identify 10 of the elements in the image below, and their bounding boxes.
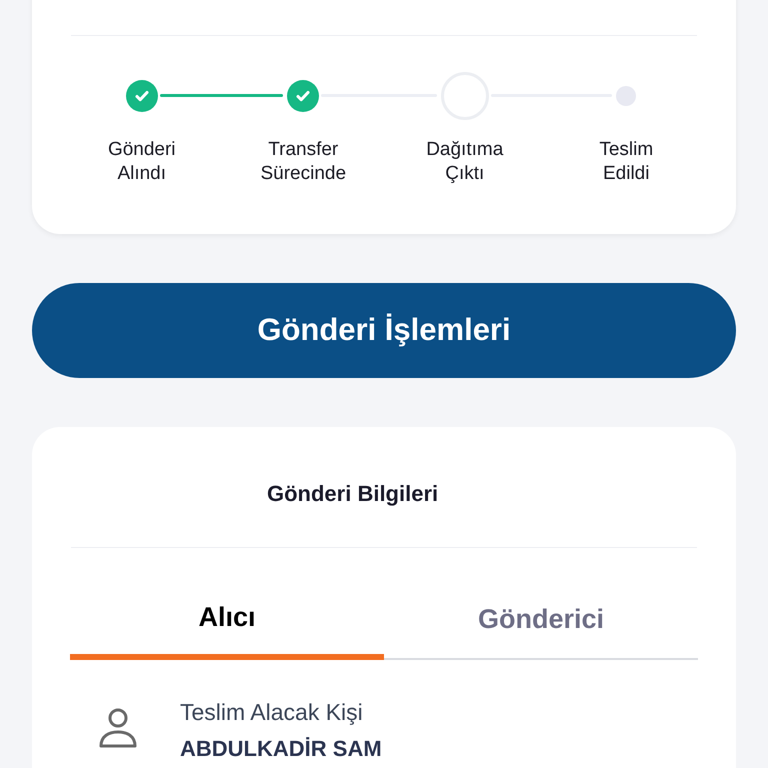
step-label: Gönderi Alındı <box>108 138 176 186</box>
shipment-actions-button[interactable]: Gönderi İşlemleri <box>32 283 736 378</box>
tab[interactable]: Gönderici <box>384 577 698 658</box>
step-label: Transfer Sürecinde <box>260 138 346 186</box>
field-value: ABDULKADİR SAM <box>180 736 382 762</box>
step-label: Dağıtıma Çıktı <box>426 138 504 186</box>
card-title: Gönderi Bilgileri <box>267 480 438 508</box>
field-label: Teslim Alacak Kişi <box>180 698 364 727</box>
step-label: Teslim Edildi <box>599 138 654 186</box>
tab[interactable]: Alıcı <box>70 577 384 660</box>
